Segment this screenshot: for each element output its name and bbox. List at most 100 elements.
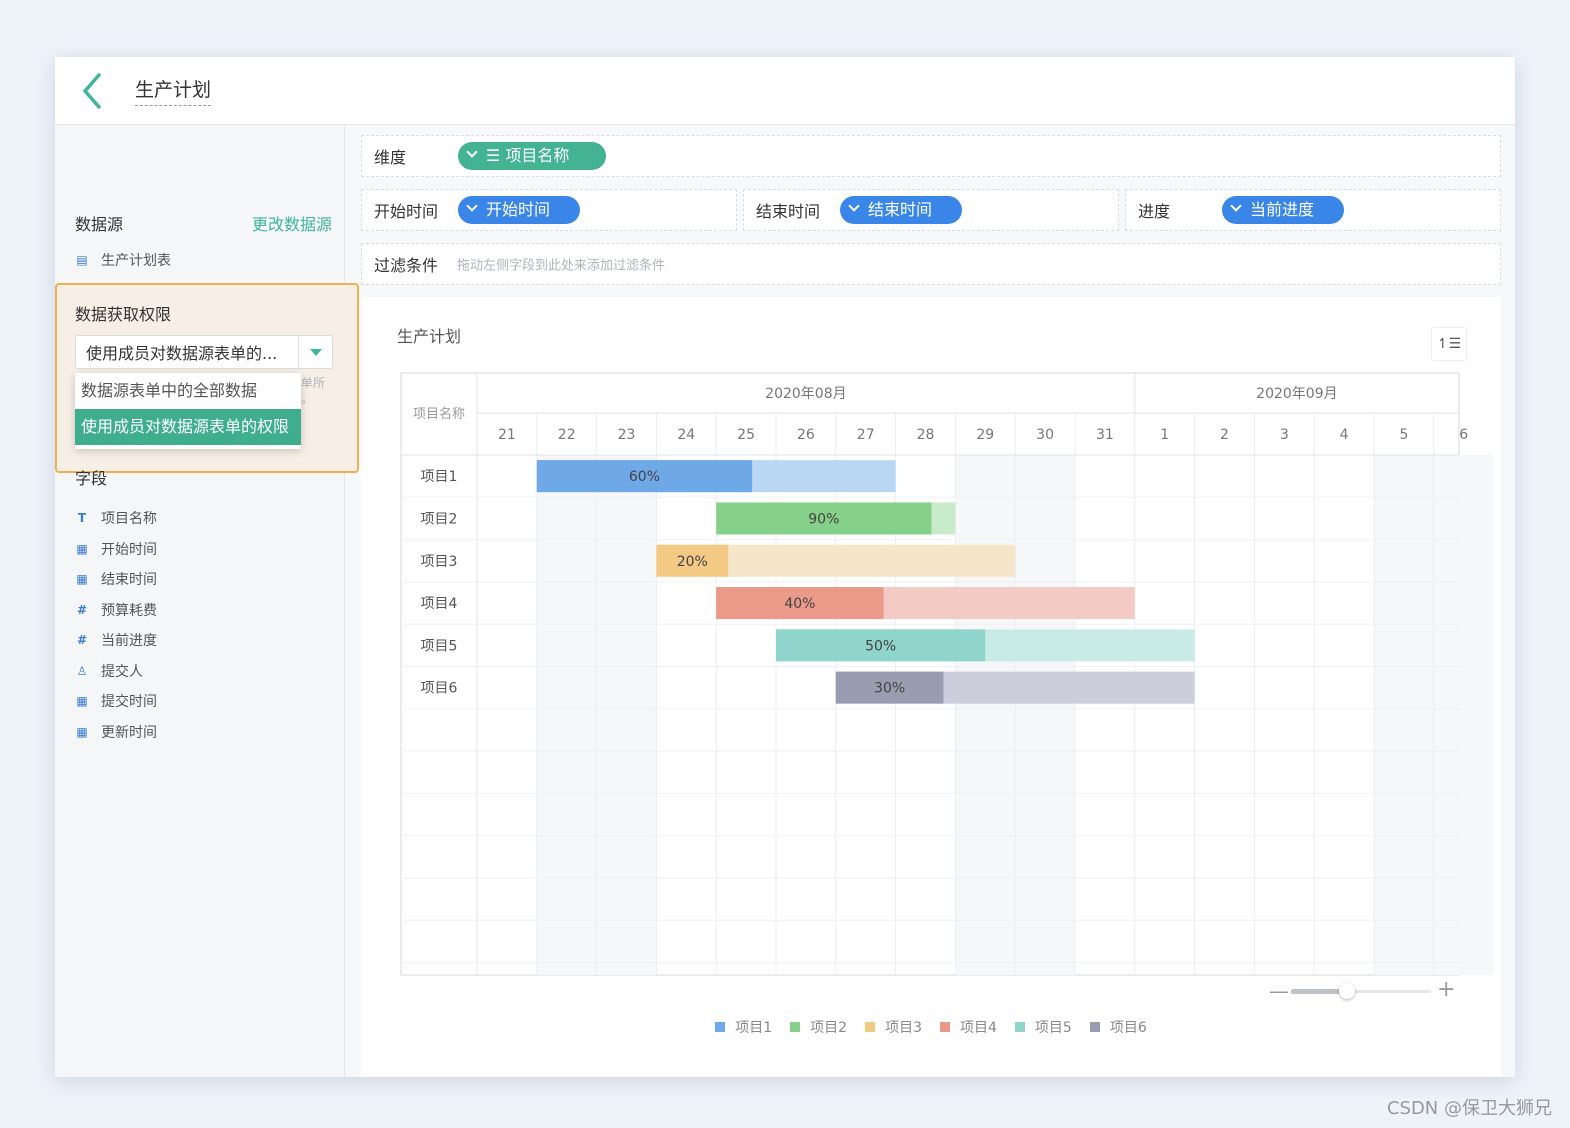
field-label: 预算耗费	[101, 602, 157, 619]
number-icon: #	[76, 633, 88, 648]
sidebar: 数据源 更改数据源 ▤ 生产计划表 数据获取权限 单所 。 使用成员对数据源表单…	[55, 125, 359, 1077]
end-time-pill[interactable]: 结束时间	[840, 196, 962, 224]
change-datasource-link[interactable]: 更改数据源	[252, 211, 332, 235]
legend-label: 项目5	[1034, 1020, 1072, 1036]
legend-item[interactable]: 项目4	[940, 1017, 997, 1037]
legend-item[interactable]: 项目2	[790, 1017, 847, 1037]
back-arrow-icon[interactable]	[77, 71, 107, 111]
datasource-name: 生产计划表	[101, 253, 171, 269]
legend-swatch	[1014, 1022, 1025, 1032]
field-item[interactable]: T 项目名称	[75, 503, 157, 534]
chevron-down-icon	[1230, 200, 1242, 212]
day-label: 26	[797, 427, 815, 443]
dropdown-arrow-icon[interactable]	[298, 336, 332, 368]
legend-label: 项目3	[885, 1020, 922, 1036]
calendar-icon: ▦	[76, 541, 88, 556]
progress-pill[interactable]: 当前进度	[1222, 196, 1344, 224]
task-progress-label: 60%	[629, 469, 660, 485]
chevron-down-icon	[466, 200, 478, 212]
legend-swatch	[790, 1022, 801, 1032]
text-icon: T	[77, 511, 87, 526]
chart-legend: 项目1 项目2 项目3 项目4 项目5 项目6	[361, 1017, 1501, 1037]
task-name: 项目2	[421, 511, 458, 527]
field-label: 更新时间	[101, 724, 157, 741]
permission-label: 数据获取权限	[75, 305, 172, 324]
day-label: 31	[1096, 427, 1114, 443]
weekend-shade	[955, 455, 1016, 975]
legend-item[interactable]: 项目3	[865, 1017, 922, 1037]
chevron-down-icon	[466, 146, 478, 158]
datasource-item[interactable]: ▤ 生产计划表	[75, 250, 171, 270]
dimension-row: 维度 ☰ 项目名称	[361, 135, 1501, 177]
filter-label: 过滤条件	[374, 256, 439, 275]
task-progress-label: 90%	[808, 511, 839, 527]
day-label: 1	[1160, 427, 1169, 443]
permission-hint: 单所 。	[301, 376, 326, 406]
permission-select[interactable]: 使用成员对数据源表单的...	[75, 335, 333, 369]
top-bar: 生产计划	[55, 57, 1515, 125]
legend-swatch	[940, 1022, 950, 1032]
end-time-row: 结束时间 结束时间	[743, 189, 1119, 231]
weekend-shade	[1374, 455, 1434, 975]
option-member-permission[interactable]: 使用成员对数据源表单的权限	[75, 409, 301, 445]
filter-row[interactable]: 过滤条件 拖动左侧字段到此处来添加过滤条件	[361, 243, 1501, 285]
number-icon: #	[76, 602, 88, 617]
day-label: 21	[498, 427, 516, 443]
start-time-row: 开始时间 开始时间	[361, 189, 737, 231]
zoom-slider-handle[interactable]	[1339, 983, 1355, 999]
zoom-in-button[interactable]: +	[1437, 979, 1455, 1001]
zoom-out-button[interactable]: —	[1269, 981, 1289, 1001]
day-label: 3	[1280, 427, 1289, 443]
legend-swatch	[865, 1022, 876, 1032]
legend-item[interactable]: 项目1	[715, 1017, 772, 1037]
field-label: 结束时间	[101, 572, 157, 589]
dimension-label: 维度	[374, 148, 407, 167]
weekend-shade	[1015, 455, 1075, 975]
app-window: 生产计划 数据源 更改数据源 ▤ 生产计划表 数据获取权限 单所 。 使用成员对…	[55, 57, 1515, 1077]
dimension-pill[interactable]: ☰ 项目名称	[458, 142, 606, 170]
day-label: 25	[737, 427, 755, 443]
field-item[interactable]: ▦ 开始时间	[75, 534, 157, 565]
weekend-shade	[536, 455, 597, 975]
task-progress-label: 30%	[874, 681, 905, 697]
legend-label: 项目2	[810, 1020, 848, 1036]
day-label: 23	[618, 427, 636, 443]
option-all-data[interactable]: 数据源表单中的全部数据	[75, 373, 301, 409]
progress-label: 进度	[1138, 202, 1171, 221]
permission-dropdown: 数据源表单中的全部数据 使用成员对数据源表单的权限	[75, 373, 301, 449]
field-item[interactable]: # 当前进度	[75, 625, 157, 656]
day-label: 4	[1340, 427, 1349, 443]
task-progress-label: 40%	[784, 596, 815, 612]
day-label: 24	[677, 427, 695, 443]
field-label: 项目名称	[101, 511, 157, 528]
page-title[interactable]: 生产计划	[135, 75, 212, 106]
field-item[interactable]: ▦ 结束时间	[75, 564, 157, 595]
user-icon: ♙	[76, 663, 88, 678]
progress-row: 进度 当前进度	[1125, 189, 1501, 231]
field-item[interactable]: ♙ 提交人	[75, 656, 157, 687]
field-label: 当前进度	[101, 633, 157, 650]
chevron-down-icon	[848, 200, 860, 212]
field-label: 提交时间	[101, 694, 157, 711]
day-label: 28	[917, 427, 935, 443]
field-list: T 项目名称 ▦ 开始时间 ▦ 结束时间 # 预算耗费 # 当前进度 ♙ 提交人 ▦ 提交时间 ▦ 更新时间	[75, 503, 157, 747]
field-item[interactable]: # 预算耗费	[75, 595, 157, 626]
day-label: 5	[1399, 427, 1408, 443]
field-item[interactable]: ▦ 提交时间	[75, 686, 157, 717]
gantt-chart: 2020年08月 2020年09月21 22 23 24 25 26 27 28 29 30 31 1 2…	[400, 372, 1494, 976]
weekend-shade	[596, 455, 657, 975]
field-item[interactable]: ▦ 更新时间	[75, 717, 157, 748]
legend-item[interactable]: 项目5	[1014, 1017, 1072, 1037]
chart-panel: 生产计划 ↿☰ 2020年08月 2020年09月 21 22 23 24 25 26 27 28…	[361, 297, 1501, 1077]
start-time-pill[interactable]: 开始时间	[458, 196, 580, 224]
filter-hint: 拖动左侧字段到此处来添加过滤条件	[457, 258, 666, 274]
day-label: 27	[857, 427, 875, 443]
row-header-label: 项目名称	[413, 406, 465, 422]
calendar-icon: ▦	[76, 694, 88, 709]
task-name: 项目5	[421, 638, 458, 654]
calendar-icon: ▦	[76, 724, 88, 739]
legend-item[interactable]: 项目6	[1089, 1017, 1147, 1037]
legend-label: 项目4	[960, 1020, 997, 1036]
day-label: 22	[558, 427, 576, 443]
fields-label: 字段	[75, 469, 108, 488]
